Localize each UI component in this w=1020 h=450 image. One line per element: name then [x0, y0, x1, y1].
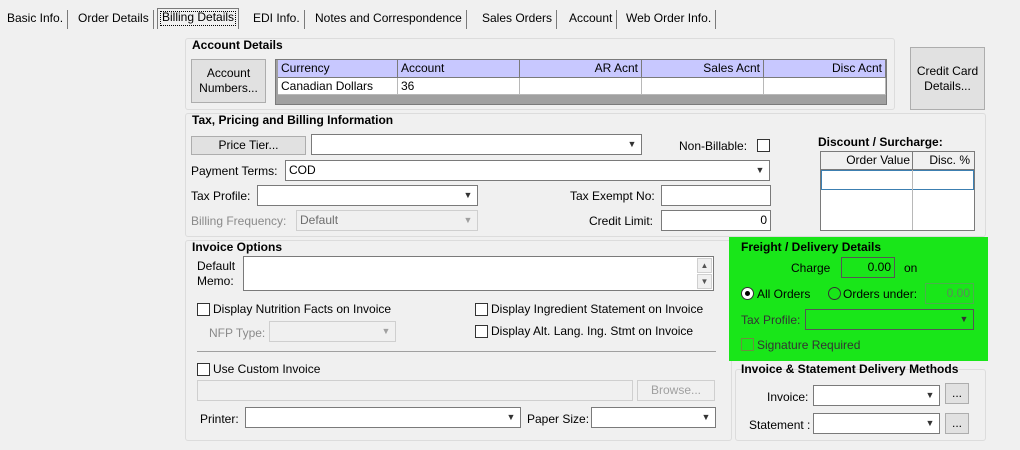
- alt-lang-checkbox[interactable]: [475, 325, 488, 338]
- ingredient-statement-label: Display Ingredient Statement on Invoice: [491, 302, 704, 316]
- chevron-down-icon: ▼: [925, 390, 935, 400]
- grid-cell[interactable]: [642, 78, 764, 95]
- statement-delivery-ellipsis-button[interactable]: ...: [945, 413, 969, 434]
- billing-frequency-select[interactable]: Default ▼: [296, 210, 478, 231]
- nutrition-facts-label: Display Nutrition Facts on Invoice: [213, 302, 392, 316]
- tab-basic-info[interactable]: Basic Info.: [3, 10, 69, 29]
- chevron-down-icon: ▼: [463, 190, 473, 200]
- chevron-down-icon: ▼: [627, 139, 637, 149]
- tax-exempt-input[interactable]: [661, 185, 771, 206]
- charge-input[interactable]: 0.00: [841, 257, 895, 278]
- nfp-type-label: NFP Type:: [209, 326, 266, 340]
- chevron-down-icon: ▼: [959, 314, 969, 324]
- discount-grid[interactable]: Order Value Disc. %: [820, 151, 975, 231]
- tab-order-details[interactable]: Order Details: [74, 10, 154, 29]
- freight-tax-profile-select[interactable]: ▼: [805, 309, 974, 330]
- nfp-type-select[interactable]: ▼: [269, 321, 396, 342]
- scroll-up-icon[interactable]: ▲: [697, 258, 712, 273]
- custom-invoice-path-input[interactable]: [197, 380, 633, 401]
- chevron-down-icon: ▼: [925, 418, 935, 428]
- charge-label: Charge: [791, 261, 831, 275]
- signature-required-checkbox[interactable]: [741, 338, 754, 351]
- discount-header-disc-percent: Disc. %: [913, 152, 974, 170]
- account-numbers-button[interactable]: Account Numbers...: [191, 59, 266, 103]
- payment-terms-value: COD: [289, 163, 316, 177]
- scroll-down-icon[interactable]: ▼: [697, 274, 712, 289]
- payment-terms-select[interactable]: COD ▼: [285, 160, 770, 181]
- grid-header-currency: Currency: [278, 60, 398, 78]
- grid-header-sales-acnt: Sales Acnt: [642, 60, 764, 78]
- non-billable-label: Non-Billable:: [679, 139, 748, 153]
- custom-invoice-label: Use Custom Invoice: [213, 362, 321, 376]
- ingredient-statement-checkbox[interactable]: [475, 303, 488, 316]
- freight-delivery-title: Freight / Delivery Details: [741, 240, 882, 254]
- grid-header-account: Account: [398, 60, 520, 78]
- chevron-down-icon: ▼: [381, 326, 391, 336]
- browse-button[interactable]: Browse...: [637, 380, 715, 401]
- discount-header-order-value: Order Value: [821, 152, 913, 170]
- delivery-methods-title: Invoice & Statement Delivery Methods: [741, 362, 959, 376]
- discount-column-divider: [912, 170, 913, 230]
- all-orders-label: All Orders: [757, 287, 811, 301]
- orders-under-radio[interactable]: [828, 287, 841, 300]
- credit-limit-label: Credit Limit:: [589, 214, 654, 228]
- chevron-down-icon: ▼: [506, 412, 516, 422]
- billing-frequency-value: Default: [300, 213, 339, 227]
- grid-cell[interactable]: Canadian Dollars: [278, 78, 398, 95]
- tab-bar: Basic Info. Order Details Billing Detail…: [0, 8, 1020, 30]
- chevron-down-icon: ▼: [755, 165, 765, 175]
- grid-cell[interactable]: [764, 78, 886, 95]
- signature-required-label: Signature Required: [757, 338, 861, 352]
- printer-select[interactable]: ▼: [245, 407, 521, 428]
- non-billable-checkbox[interactable]: [757, 139, 770, 152]
- invoice-options-title: Invoice Options: [192, 240, 283, 254]
- paper-size-label: Paper Size:: [527, 412, 590, 426]
- invoice-delivery-select[interactable]: ▼: [813, 385, 940, 406]
- orders-under-input[interactable]: 0.00: [925, 283, 974, 304]
- tab-sales-orders[interactable]: Sales Orders: [478, 10, 558, 29]
- on-label: on: [904, 261, 918, 275]
- freight-tax-profile-label: Tax Profile:: [741, 313, 801, 327]
- grid-header-ar-acnt: AR Acnt: [520, 60, 642, 78]
- custom-invoice-checkbox[interactable]: [197, 363, 210, 376]
- billing-frequency-label: Billing Frequency:: [191, 214, 287, 228]
- alt-lang-label: Display Alt. Lang. Ing. Stmt on Invoice: [491, 324, 694, 338]
- discount-row[interactable]: [821, 170, 974, 190]
- default-memo-textarea[interactable]: ▲ ▼: [243, 256, 714, 291]
- tax-profile-select[interactable]: ▼: [257, 185, 478, 206]
- grid-cell[interactable]: 36: [398, 78, 520, 95]
- statement-delivery-label: Statement :: [749, 418, 811, 432]
- payment-terms-label: Payment Terms:: [191, 164, 278, 178]
- credit-card-details-button[interactable]: Credit Card Details...: [910, 47, 985, 110]
- tab-account[interactable]: Account: [565, 10, 618, 29]
- credit-limit-input[interactable]: 0: [661, 210, 771, 231]
- all-orders-radio[interactable]: [741, 287, 754, 300]
- price-tier-select[interactable]: ▼: [311, 134, 642, 155]
- grid-header-disc-acnt: Disc Acnt: [764, 60, 886, 78]
- default-memo-label: Default: [197, 259, 236, 273]
- tax-profile-label: Tax Profile:: [191, 189, 251, 203]
- tax-exempt-label: Tax Exempt No:: [570, 189, 655, 203]
- grid-cell[interactable]: [520, 78, 642, 95]
- tab-billing-details[interactable]: Billing Details: [157, 8, 240, 29]
- tab-web-order-info[interactable]: Web Order Info.: [622, 10, 717, 29]
- chevron-down-icon: ▼: [463, 215, 473, 225]
- nutrition-facts-checkbox[interactable]: [197, 303, 210, 316]
- orders-under-label: Orders under:: [843, 287, 918, 301]
- printer-label: Printer:: [200, 412, 239, 426]
- paper-size-select[interactable]: ▼: [591, 407, 716, 428]
- invoice-delivery-label: Invoice:: [767, 390, 809, 404]
- invoice-delivery-ellipsis-button[interactable]: ...: [945, 383, 969, 404]
- default-memo-label: Memo:: [197, 274, 234, 288]
- tab-notes-correspondence[interactable]: Notes and Correspondence: [311, 10, 467, 29]
- price-tier-button[interactable]: Price Tier...: [191, 136, 306, 155]
- statement-delivery-select[interactable]: ▼: [813, 413, 940, 434]
- tax-pricing-title: Tax, Pricing and Billing Information: [192, 113, 394, 127]
- divider: [197, 351, 716, 352]
- chevron-down-icon: ▼: [701, 412, 711, 422]
- account-grid[interactable]: Currency Account AR Acnt Sales Acnt Disc…: [275, 59, 887, 105]
- account-details-title: Account Details: [192, 38, 283, 52]
- tab-edi-info[interactable]: EDI Info.: [249, 10, 305, 29]
- discount-surcharge-title: Discount / Surcharge:: [818, 135, 943, 149]
